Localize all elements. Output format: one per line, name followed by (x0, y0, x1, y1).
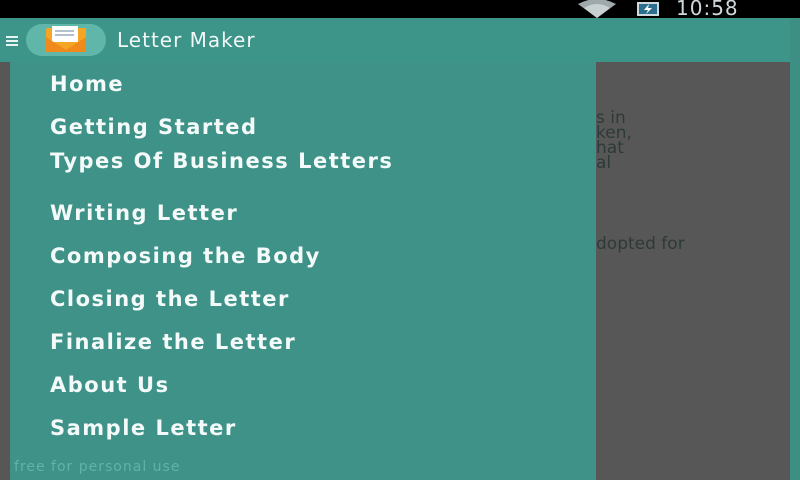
battery-icon (637, 2, 659, 16)
status-bar: 10:58 (0, 0, 800, 20)
app-title: Letter Maker (117, 28, 256, 52)
content-edge (790, 18, 800, 480)
drawer-item-types-of-business-letters[interactable]: Types Of Business Letters (50, 151, 450, 172)
envelope-icon (46, 26, 86, 52)
status-clock: 10:58 (676, 0, 739, 20)
drawer-item-closing-the-letter[interactable]: Closing the Letter (50, 289, 590, 310)
app-logo[interactable] (26, 24, 106, 56)
drawer-item-composing-the-body[interactable]: Composing the Body (50, 246, 590, 267)
hamburger-icon[interactable] (6, 36, 18, 46)
drawer-item-writing-letter[interactable]: Writing Letter (50, 203, 590, 224)
content-text-line: dopted for (596, 234, 685, 254)
drawer-item-about-us[interactable]: About Us (50, 375, 590, 396)
drawer-item-sample-letter[interactable]: Sample Letter (50, 418, 590, 439)
drawer-item-home[interactable]: Home (50, 74, 590, 95)
navigation-drawer: Home Getting Started Types Of Business L… (10, 62, 596, 480)
drawer-item-finalize-the-letter[interactable]: Finalize the Letter (50, 332, 590, 353)
footer-note: free for personal use (14, 459, 181, 475)
drawer-item-getting-started[interactable]: Getting Started (50, 117, 590, 138)
wifi-icon (578, 0, 616, 18)
content-text-line: al (596, 153, 612, 173)
